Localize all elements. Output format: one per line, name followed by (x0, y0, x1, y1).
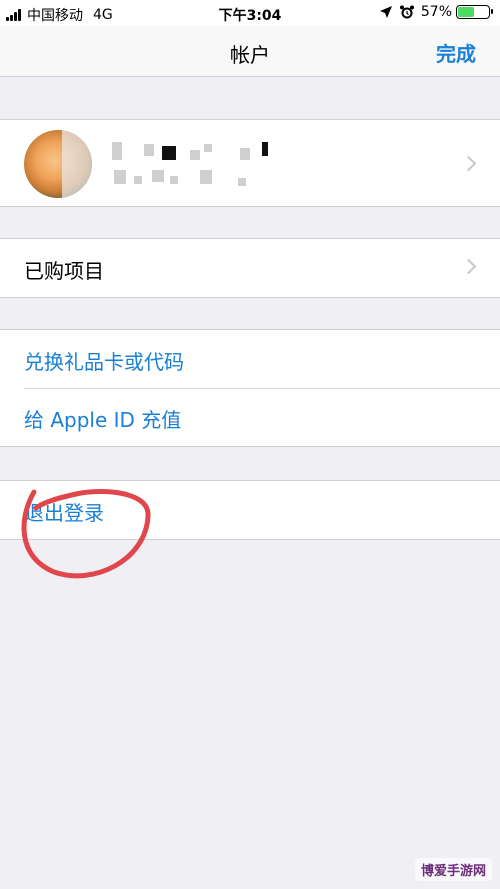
location-arrow-icon (379, 6, 392, 18)
status-bar: 中国移动 4G 下午3:04 57% (0, 0, 500, 26)
add-funds-row[interactable]: 给 Apple ID 充值 (0, 388, 500, 446)
annotation-circle (21, 489, 151, 579)
battery-level (458, 7, 474, 17)
status-right: 57% (379, 4, 493, 20)
purchased-group: 已购项目 (0, 238, 500, 298)
battery-icon (456, 5, 493, 19)
avatar (24, 130, 92, 198)
done-button[interactable]: 完成 (436, 38, 476, 67)
page-title: 帐户 (230, 43, 270, 67)
account-name-redacted (112, 140, 282, 190)
redeem-label: 兑换礼品卡或代码 (24, 350, 184, 374)
chevron-right-icon (460, 155, 477, 172)
purchased-label: 已购项目 (24, 259, 104, 283)
purchased-row[interactable]: 已购项目 (0, 239, 500, 297)
add-funds-label: 给 Apple ID 充值 (24, 408, 182, 432)
payment-group: 兑换礼品卡或代码 给 Apple ID 充值 (0, 329, 500, 447)
profile-row[interactable] (0, 120, 500, 206)
battery-percent: 57% (420, 4, 452, 20)
redeem-row[interactable]: 兑换礼品卡或代码 (0, 330, 500, 388)
nav-bar: 帐户 完成 (0, 26, 500, 77)
alarm-clock-icon (399, 5, 414, 19)
profile-group (0, 119, 500, 207)
watermark-logo: 博爱手游网 (414, 858, 492, 881)
chevron-right-icon (460, 258, 477, 275)
